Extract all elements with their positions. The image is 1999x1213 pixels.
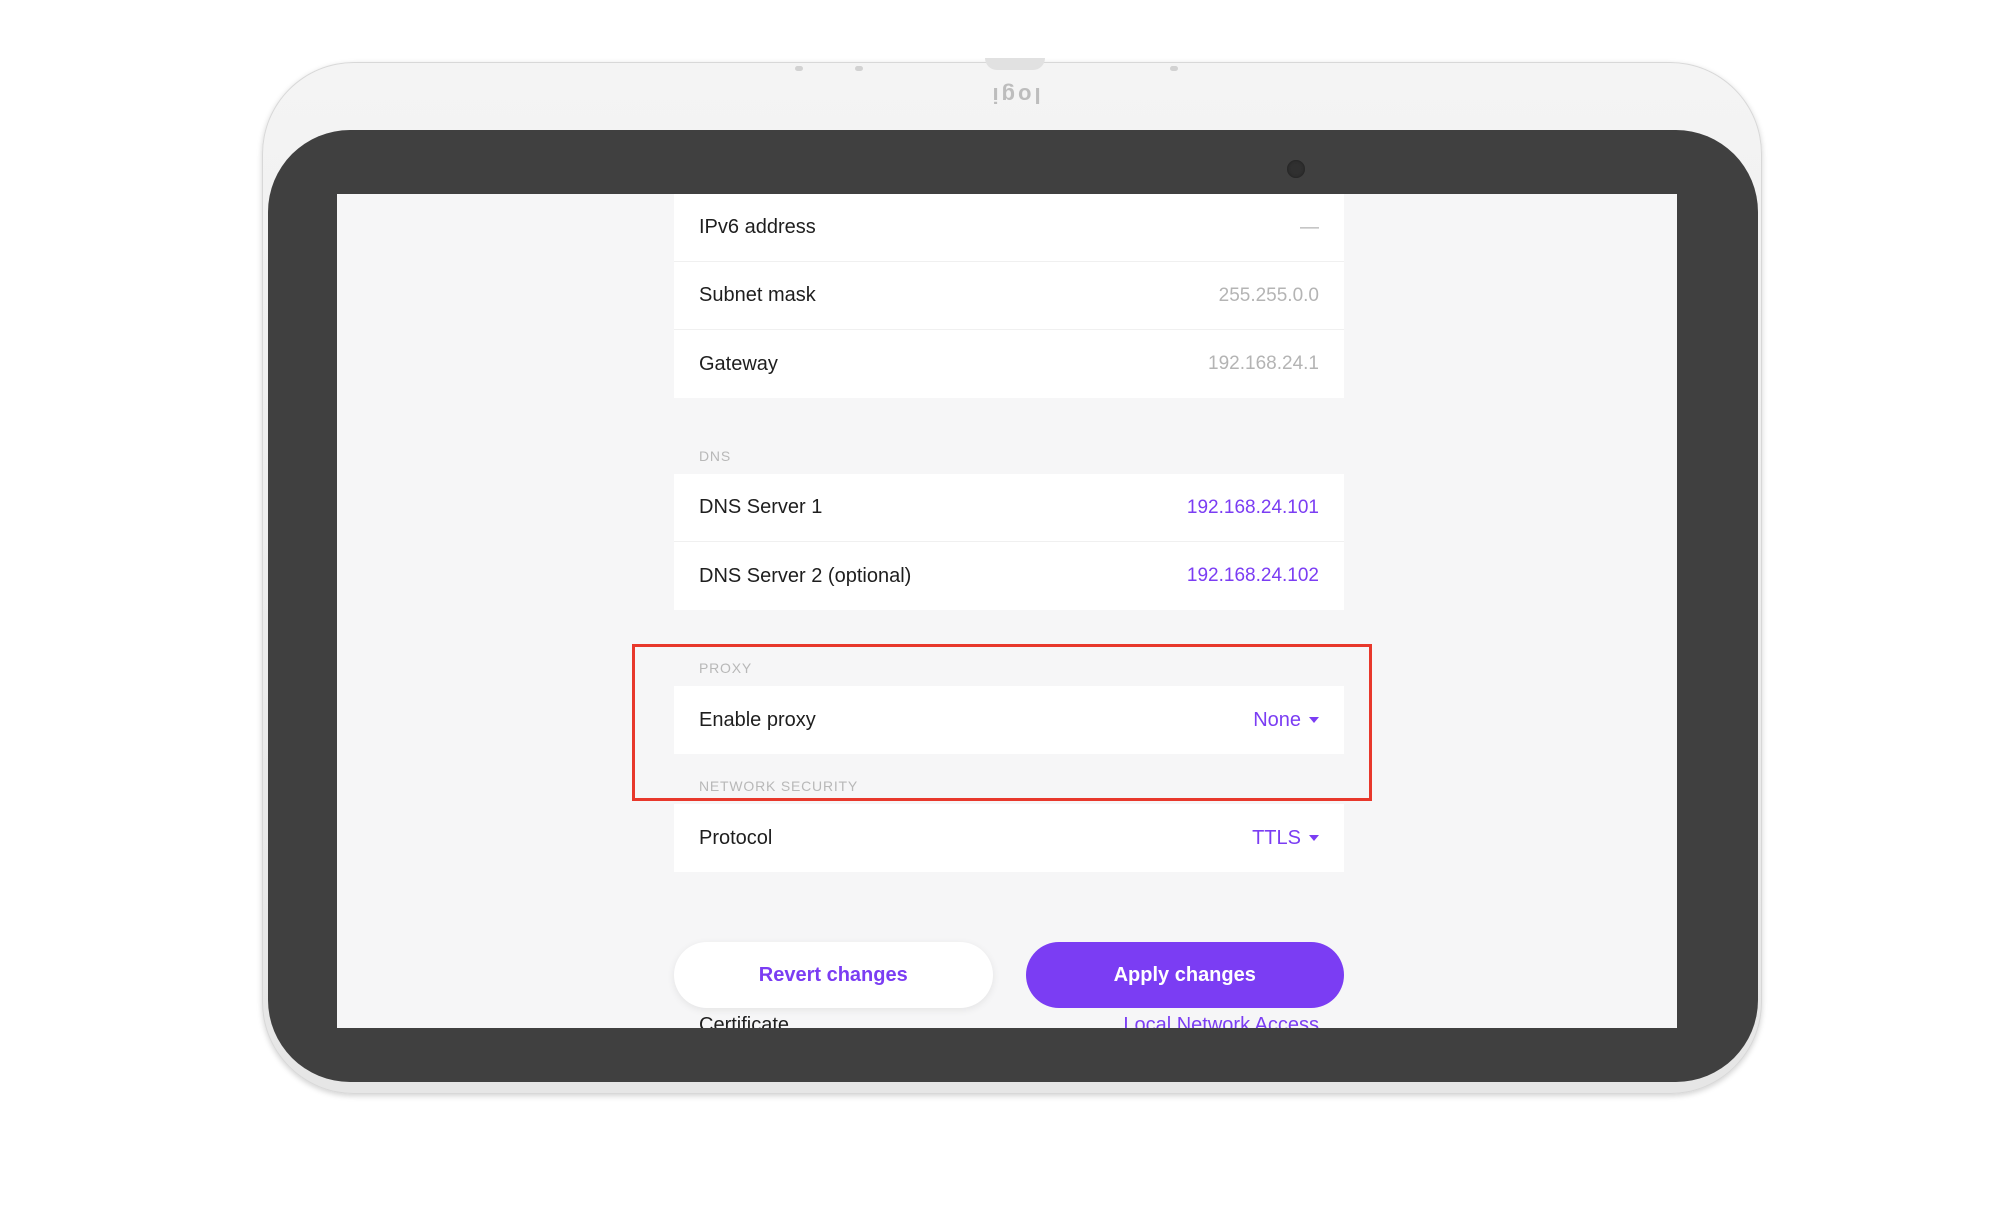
dns-card: DNS Server 1 192.168.24.101 DNS Server 2… [674, 474, 1344, 610]
gateway-label: Gateway [699, 352, 778, 375]
network-security-card: Protocol TTLS [674, 804, 1344, 872]
logi-logo: logi [989, 83, 1041, 108]
protocol-dropdown[interactable]: TTLS [1252, 827, 1319, 850]
dns-server-2-label: DNS Server 2 (optional) [699, 564, 912, 587]
dns-section-header: DNS [699, 448, 731, 464]
subnet-mask-value: 255.255.0.0 [1218, 284, 1319, 306]
local-network-access-link[interactable]: Local Network Access [1123, 1014, 1319, 1028]
subnet-mask-label: Subnet mask [699, 284, 816, 306]
dns-server-2-value[interactable]: 192.168.24.102 [1187, 565, 1319, 587]
protocol-row[interactable]: Protocol TTLS [674, 804, 1344, 872]
gateway-row: Gateway 192.168.24.1 [674, 330, 1344, 398]
dns-server-1-row[interactable]: DNS Server 1 192.168.24.101 [674, 474, 1344, 542]
dns-server-2-row[interactable]: DNS Server 2 (optional) 192.168.24.102 [674, 542, 1344, 610]
protocol-dropdown-value: TTLS [1252, 826, 1301, 849]
apply-changes-button[interactable]: Apply changes [1025, 942, 1344, 1008]
caret-down-icon [1309, 835, 1319, 841]
protocol-label: Protocol [699, 826, 773, 849]
sensor-dot [855, 66, 863, 71]
dns-server-1-label: DNS Server 1 [699, 496, 823, 518]
certificate-label: Certificate [699, 1014, 790, 1028]
dns-server-1-value[interactable]: 192.168.24.101 [1187, 497, 1319, 519]
subnet-mask-row: Subnet mask 255.255.0.0 [674, 262, 1344, 330]
action-buttons: Revert changes Apply changes [674, 942, 1344, 1008]
ip-settings-card: IPv6 address — Subnet mask 255.255.0.0 G… [674, 194, 1344, 398]
proxy-highlight-box [632, 644, 1372, 801]
certificate-row-peek: Certificate Local Network Access [674, 1014, 1344, 1028]
revert-changes-button[interactable]: Revert changes [674, 942, 993, 1008]
ipv6-address-value: — [1300, 216, 1319, 238]
ipv6-address-row: IPv6 address — [674, 194, 1344, 262]
device-screen: IPv6 address — Subnet mask 255.255.0.0 G… [337, 194, 1677, 1028]
sensor-dot [795, 66, 803, 71]
camera-lens [1287, 160, 1305, 178]
gateway-value: 192.168.24.1 [1208, 353, 1319, 374]
sensor-dot [1170, 66, 1178, 71]
sensor-notch [985, 58, 1045, 70]
ipv6-address-label: IPv6 address [699, 216, 816, 238]
